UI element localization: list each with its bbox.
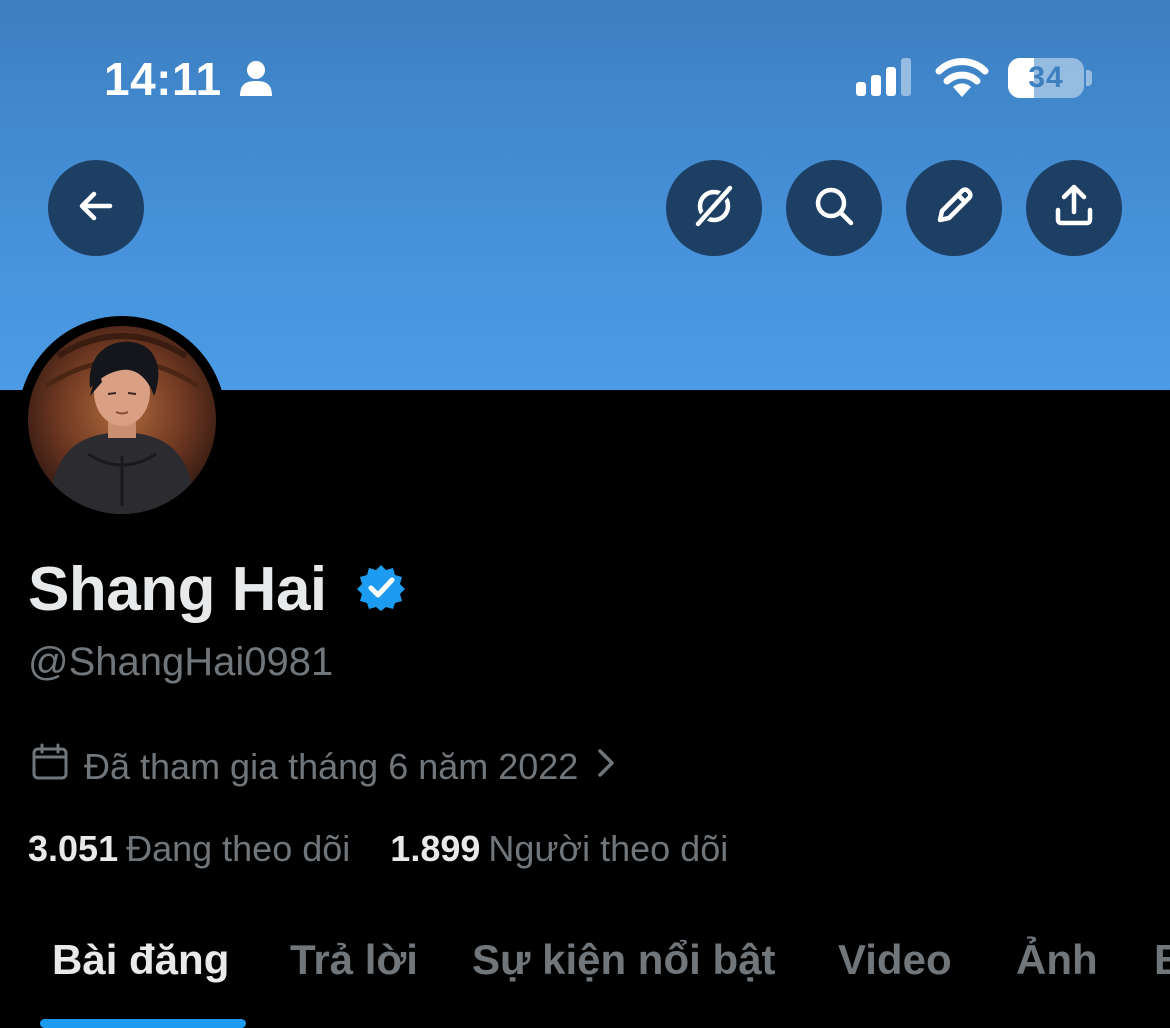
back-arrow-icon <box>74 184 118 233</box>
battery-level: 34 <box>1028 61 1064 94</box>
following-count: 3.051 <box>28 828 119 869</box>
following-label: Đang theo dõi <box>126 828 351 869</box>
tab-next-partial[interactable]: B <box>1154 936 1170 984</box>
avatar-ring <box>18 316 226 524</box>
grok-icon <box>690 182 738 235</box>
search-icon <box>810 182 858 235</box>
tab-posts[interactable]: Bài đăng <box>52 936 229 984</box>
calendar-icon <box>30 742 84 791</box>
chevron-right-icon <box>596 746 630 788</box>
edit-button[interactable] <box>906 160 1002 256</box>
tab-video[interactable]: Video <box>838 936 952 984</box>
status-time: 14:11 <box>104 53 222 105</box>
person-icon <box>238 60 274 103</box>
cellular-signal-icon <box>856 58 914 96</box>
display-name: Shang Hai <box>28 555 327 624</box>
joined-date-row[interactable]: Đã tham gia tháng 6 năm 2022 <box>30 742 630 791</box>
avatar[interactable] <box>28 326 216 514</box>
grok-button[interactable] <box>666 160 762 256</box>
user-handle: @ShangHai0981 <box>28 640 334 684</box>
verified-badge-icon[interactable] <box>356 562 406 617</box>
active-tab-indicator <box>40 1019 246 1028</box>
joined-date: Đã tham gia tháng 6 năm 2022 <box>84 745 579 787</box>
follow-stats: 3.051 Đang theo dõi 1.899 Người theo dõi <box>28 828 758 870</box>
wifi-icon <box>934 56 990 103</box>
share-icon <box>1050 182 1098 235</box>
battery-tip <box>1086 70 1092 86</box>
tab-photos[interactable]: Ảnh <box>1016 936 1098 984</box>
profile-tabs: Bài đăng Trả lời Sự kiện nổi bật Video Ả… <box>0 936 1170 1028</box>
followers-count: 1.899 <box>390 828 481 869</box>
back-button[interactable] <box>48 160 144 256</box>
tab-highlights[interactable]: Sự kiện nổi bật <box>472 936 775 984</box>
following-link[interactable]: 3.051 Đang theo dõi <box>28 828 390 869</box>
share-button[interactable] <box>1026 160 1122 256</box>
edit-pencil-icon <box>930 182 978 235</box>
search-button[interactable] <box>786 160 882 256</box>
tab-replies[interactable]: Trả lời <box>290 936 418 984</box>
battery-icon: 34 <box>1008 58 1084 98</box>
followers-label: Người theo dõi <box>488 828 729 869</box>
followers-link[interactable]: 1.899 Người theo dõi <box>390 828 758 869</box>
